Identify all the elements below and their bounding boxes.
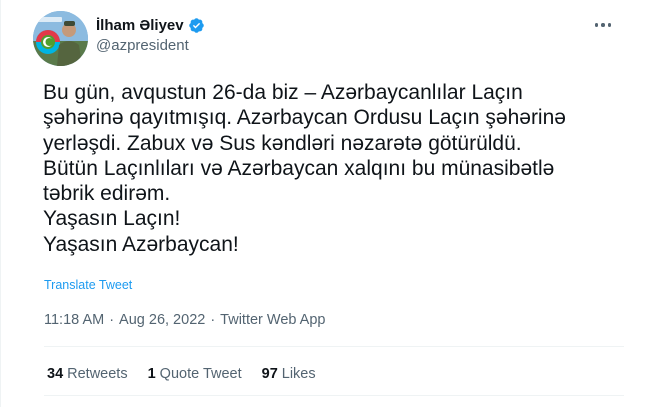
tweet-metadata: 11:18 AM · Aug 26, 2022 · Twitter Web Ap… xyxy=(44,312,325,328)
likes-stat[interactable]: 97 Likes xyxy=(262,366,316,382)
more-dot xyxy=(594,23,599,27)
likes-count: 97 xyxy=(261,366,278,382)
left-border xyxy=(0,0,1,407)
retweets-count: 34 xyxy=(47,366,64,382)
author-name-row: İlham Əliyev xyxy=(96,15,205,35)
likes-label: Likes xyxy=(281,366,316,382)
more-options-icon[interactable] xyxy=(590,15,616,35)
divider xyxy=(44,346,624,347)
retweets-stat[interactable]: 34 Retweets xyxy=(47,366,128,382)
tweet-text: Bu gün, avqustun 26-da biz – Azərbaycanl… xyxy=(43,81,566,256)
more-dot xyxy=(601,23,605,27)
translate-tweet-link[interactable]: Translate Tweet xyxy=(44,278,132,292)
verified-badge-icon xyxy=(188,17,205,34)
meta-separator: · xyxy=(210,312,216,328)
avatar-image xyxy=(33,11,88,66)
author-handle[interactable]: @azpresident xyxy=(96,37,189,54)
quote-tweets-stat[interactable]: 1 Quote Tweet xyxy=(148,366,242,382)
tweet-card: İlham Əliyev @azpresident Bu gün, avqust… xyxy=(0,0,653,407)
tweet-time[interactable]: 11:18 AM xyxy=(44,312,104,328)
tweet-source[interactable]: Twitter Web App xyxy=(220,312,325,328)
divider xyxy=(44,395,624,396)
more-dot xyxy=(607,23,612,27)
tweet-stats: 34 Retweets 1 Quote Tweet 97 Likes xyxy=(47,366,336,382)
retweets-label: Retweets xyxy=(67,366,128,382)
tweet-date[interactable]: Aug 26, 2022 xyxy=(119,312,205,328)
meta-separator: · xyxy=(109,312,115,328)
quote-tweets-count: 1 xyxy=(147,366,156,382)
avatar[interactable] xyxy=(33,11,88,66)
author-display-name[interactable]: İlham Əliyev xyxy=(96,17,184,34)
quote-tweets-label: Quote Tweet xyxy=(159,366,242,382)
